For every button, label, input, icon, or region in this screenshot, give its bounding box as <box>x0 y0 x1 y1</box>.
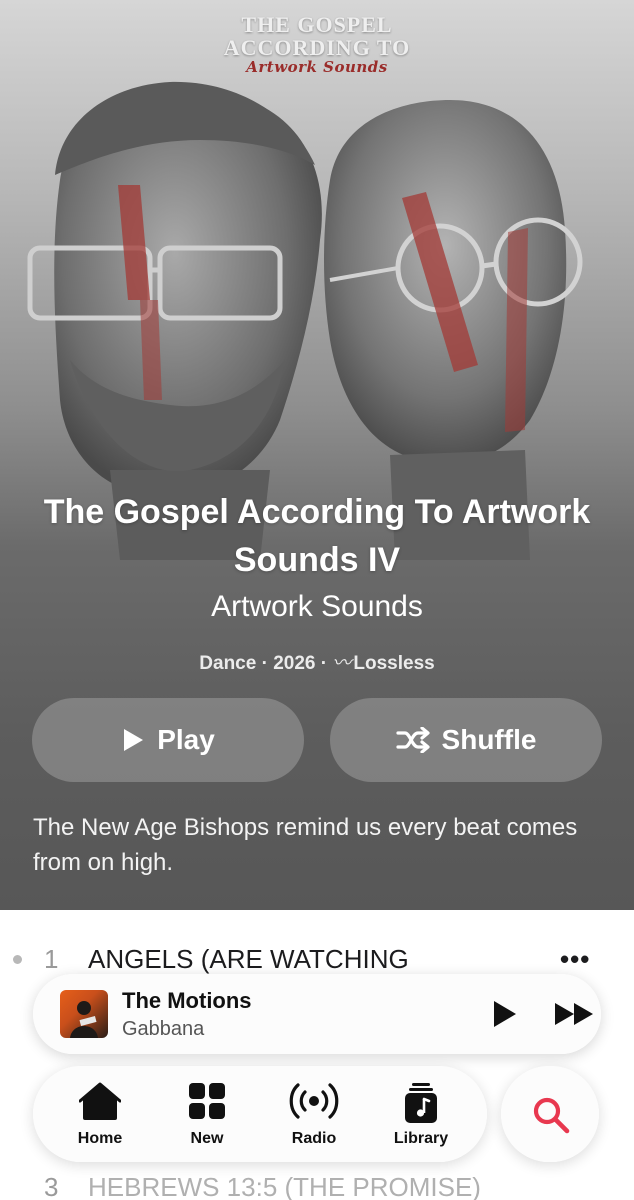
tab-label: Radio <box>291 1130 337 1147</box>
play-button[interactable]: Play <box>32 698 304 782</box>
mini-play-button[interactable] <box>489 998 519 1030</box>
meta-separator: · <box>320 653 328 674</box>
tab-new[interactable]: New <box>152 1066 262 1162</box>
shuffle-button-label: Shuffle <box>441 724 537 755</box>
now-playing-artist: Gabbana <box>122 1018 205 1040</box>
album-quality: Lossless <box>353 653 435 674</box>
search-icon <box>533 1097 570 1134</box>
track-row[interactable]: 3 HEBREWS 13:5 (THE PROMISE) <box>0 1172 634 1200</box>
mini-player[interactable]: The Motions Gabbana <box>33 974 601 1054</box>
tab-label: New <box>190 1130 224 1147</box>
meta-separator: · <box>261 653 268 674</box>
now-playing-title: The Motions <box>122 988 252 1013</box>
track-indicator-dot <box>13 954 22 964</box>
now-playing-artwork <box>60 990 108 1038</box>
search-button[interactable] <box>501 1066 599 1162</box>
album-year: 2026 <box>273 653 316 674</box>
play-icon <box>124 729 144 751</box>
shuffle-icon <box>395 727 430 753</box>
album-hero: THE GOSPEL ACCORDING TO Artwork Sounds T… <box>0 0 634 910</box>
track-number: 3 <box>44 1171 59 1200</box>
shuffle-button[interactable]: Shuffle <box>330 698 602 782</box>
tab-home[interactable]: Home <box>45 1066 155 1162</box>
track-more-button[interactable]: ••• <box>560 944 590 975</box>
album-description: The New Age Bishops remind us every beat… <box>33 814 578 876</box>
tab-bar: Home New Radio Library <box>33 1066 487 1162</box>
album-meta: Dance · 2026 · 〰 Lossless <box>0 648 634 675</box>
broadcast-icon <box>289 1083 339 1119</box>
tab-radio[interactable]: Radio <box>259 1066 369 1162</box>
track-number: 1 <box>44 943 59 974</box>
play-button-label: Play <box>157 724 215 755</box>
tab-label: Home <box>77 1130 123 1147</box>
grid-icon <box>189 1083 225 1119</box>
music-library-icon <box>405 1083 437 1123</box>
next-track-button[interactable] <box>553 1000 597 1028</box>
tab-label: Library <box>393 1130 449 1147</box>
house-icon <box>79 1082 121 1120</box>
track-title: ANGELS (ARE WATCHING <box>88 943 409 974</box>
tab-library[interactable]: Library <box>366 1066 476 1162</box>
album-artist-link[interactable]: Artwork Sounds <box>0 590 634 624</box>
album-genre: Dance <box>199 653 257 674</box>
lossless-icon: 〰 <box>332 653 351 674</box>
cover-art-subtitle: Artwork Sounds <box>246 58 388 76</box>
album-title: The Gospel According To Artwork Sounds I… <box>43 493 591 579</box>
track-row[interactable]: 1 ANGELS (ARE WATCHING ••• <box>0 944 634 974</box>
track-title: HEBREWS 13:5 (THE PROMISE) <box>88 1171 481 1200</box>
